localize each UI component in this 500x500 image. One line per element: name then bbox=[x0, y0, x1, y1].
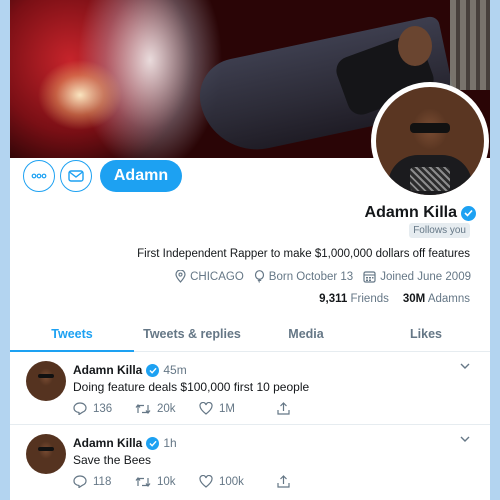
share-button[interactable] bbox=[277, 402, 290, 415]
follows-you-badge: Follows you bbox=[409, 223, 470, 238]
share-icon bbox=[277, 402, 290, 415]
banner-head bbox=[398, 26, 432, 66]
tab-tweets[interactable]: Tweets bbox=[10, 316, 134, 352]
display-name-row: Adamn Killa bbox=[365, 204, 476, 222]
friends-label: Friends bbox=[350, 293, 389, 305]
retweet-count: 20k bbox=[157, 402, 176, 415]
tweet-author[interactable]: Adamn Killa bbox=[73, 436, 142, 450]
tweet-author[interactable]: Adamn Killa bbox=[73, 363, 142, 377]
followers-stat[interactable]: 30M Adamns bbox=[403, 293, 470, 305]
tweet-text: Doing feature deals $100,000 first 10 pe… bbox=[73, 380, 310, 394]
profile-tabs: Tweets Tweets & replies Media Likes bbox=[10, 316, 490, 352]
retweet-icon bbox=[135, 403, 151, 415]
avatar-image bbox=[376, 87, 484, 195]
more-options-button[interactable] bbox=[23, 160, 55, 192]
chevron-down-icon[interactable] bbox=[460, 436, 470, 442]
tweet-time[interactable]: 45m bbox=[163, 363, 186, 377]
tweet-text: Save the Bees bbox=[73, 453, 152, 467]
reply-icon bbox=[73, 475, 87, 488]
profile-avatar[interactable] bbox=[371, 82, 489, 200]
reply-icon bbox=[73, 402, 87, 415]
more-dots-icon bbox=[31, 173, 47, 179]
location-item: CHICAGO bbox=[175, 270, 244, 283]
reply-count: 136 bbox=[93, 402, 113, 415]
avatar-glasses bbox=[410, 123, 450, 133]
verified-badge-icon bbox=[461, 205, 476, 221]
follow-button[interactable]: Adamn bbox=[100, 160, 182, 192]
friends-count: 9,311 bbox=[319, 293, 348, 305]
joined-item: Joined June 2009 bbox=[363, 270, 471, 283]
calendar-icon bbox=[363, 270, 376, 283]
like-button[interactable]: 1M bbox=[199, 402, 277, 415]
like-count: 100k bbox=[219, 475, 244, 488]
reply-button[interactable]: 118 bbox=[73, 475, 135, 488]
tweet-header: Adamn Killa 45m bbox=[73, 363, 187, 377]
location-text: CHICAGO bbox=[190, 270, 244, 283]
verified-badge-icon bbox=[146, 436, 160, 450]
retweet-button[interactable]: 20k bbox=[135, 403, 199, 415]
display-name: Adamn Killa bbox=[364, 204, 457, 221]
location-pin-icon bbox=[175, 270, 186, 283]
profile-bio: First Independent Rapper to make $1,000,… bbox=[137, 248, 470, 260]
tweet-time[interactable]: 1h bbox=[163, 436, 176, 450]
tweet-avatar[interactable] bbox=[26, 434, 66, 474]
birthday-item: Born October 13 bbox=[254, 270, 353, 283]
retweet-icon bbox=[135, 476, 151, 488]
friends-stat[interactable]: 9,311 Friends bbox=[319, 293, 389, 305]
verified-badge-icon bbox=[146, 363, 160, 377]
share-icon bbox=[277, 475, 290, 488]
banner-window bbox=[450, 0, 490, 90]
share-button[interactable] bbox=[277, 475, 290, 488]
tweet-item[interactable]: Adamn Killa 1h Save the Bees 118 10k 100… bbox=[10, 426, 490, 498]
birthday-text: Born October 13 bbox=[268, 270, 354, 283]
retweet-count: 10k bbox=[157, 475, 176, 488]
profile-meta: CHICAGO Born October 13 Joined June 2009 bbox=[175, 270, 471, 283]
chevron-down-icon[interactable] bbox=[460, 363, 470, 369]
profile-stats: 9,311 Friends 30M Adamns bbox=[319, 293, 470, 305]
message-button[interactable] bbox=[60, 160, 92, 192]
tweet-actions: 136 20k 1M bbox=[73, 402, 290, 415]
tweet-actions: 118 10k 100k bbox=[73, 475, 290, 488]
tab-tweets-replies[interactable]: Tweets & replies bbox=[134, 316, 250, 351]
tweet-avatar[interactable] bbox=[26, 361, 66, 401]
retweet-button[interactable]: 10k bbox=[135, 476, 199, 488]
heart-icon bbox=[199, 475, 213, 488]
avatar-shirt-print bbox=[410, 167, 450, 191]
reply-count: 118 bbox=[93, 475, 112, 488]
heart-icon bbox=[199, 402, 213, 415]
balloon-icon bbox=[254, 270, 265, 283]
reply-button[interactable]: 136 bbox=[73, 402, 135, 415]
tweet-item[interactable]: Adamn Killa 45m Doing feature deals $100… bbox=[10, 353, 490, 425]
tab-media[interactable]: Media bbox=[250, 316, 362, 351]
tweet-header: Adamn Killa 1h bbox=[73, 436, 177, 450]
like-count: 1M bbox=[219, 402, 235, 415]
like-button[interactable]: 100k bbox=[199, 475, 277, 488]
joined-text: Joined June 2009 bbox=[380, 270, 471, 283]
envelope-icon bbox=[68, 170, 84, 182]
followers-count: 30M bbox=[402, 293, 426, 305]
followers-label: Adamns bbox=[427, 293, 470, 305]
profile-card: Adamn Adamn Killa Follows you First Inde… bbox=[10, 0, 490, 500]
tab-likes[interactable]: Likes bbox=[362, 316, 490, 351]
